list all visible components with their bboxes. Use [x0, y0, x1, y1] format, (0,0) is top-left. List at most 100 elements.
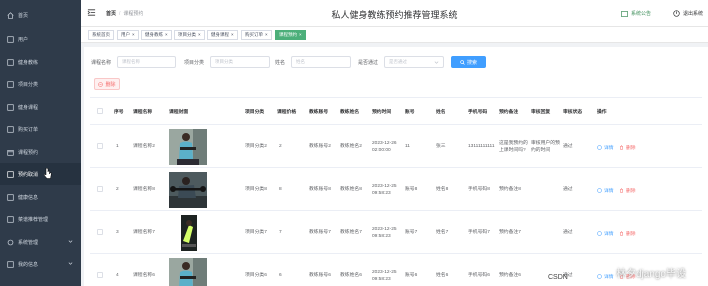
breadcrumb-current: 课程预约	[123, 11, 144, 17]
tab-home[interactable]: 系统首页	[88, 30, 114, 40]
cell-category: 项目分类2	[245, 144, 267, 149]
cell-reply	[531, 211, 560, 254]
menu-fold-icon[interactable]	[87, 8, 96, 17]
power-icon	[673, 10, 680, 17]
close-icon[interactable]: ×	[265, 32, 268, 37]
cell-account: 账号8	[405, 187, 418, 192]
close-icon[interactable]: ×	[299, 32, 302, 37]
column-header: 审核状态	[563, 110, 583, 115]
cell-note: 预约备注7	[499, 230, 521, 235]
cell-course: 课程名称7	[133, 230, 155, 235]
name-input[interactable]: 姓名	[291, 56, 351, 68]
cell-reply	[531, 254, 560, 286]
tab-appointments[interactable]: 课程预约 ×	[275, 30, 306, 40]
cell-phone: 手机号码6	[468, 273, 490, 278]
column-header: 账号	[405, 110, 415, 115]
course-name-input[interactable]: 课程名称	[117, 56, 176, 68]
cell-category: 项目分类6	[245, 273, 267, 278]
trash-icon	[620, 188, 623, 193]
cell-time: 2023-12-25 09:58:23	[372, 226, 397, 239]
tab-categories[interactable]: 项目分类 ×	[174, 30, 205, 40]
trash-icon	[620, 145, 623, 150]
trash-icon	[620, 231, 623, 236]
sidebar-item-label: 购买订单	[18, 126, 39, 133]
coach-icon	[7, 58, 14, 66]
column-header: 姓名	[436, 110, 446, 115]
logout-button[interactable]: 退出系统	[673, 10, 703, 17]
detail-button[interactable]: 详情	[597, 187, 614, 194]
column-header: 教练账号	[309, 110, 329, 115]
name-label: 姓名	[275, 60, 286, 66]
cell-name: 姓名8	[436, 187, 449, 192]
tab-users[interactable]: 用户 ×	[117, 30, 139, 40]
course-cover-image	[169, 215, 207, 251]
cell-phone: 手机号码7	[468, 230, 490, 235]
column-header: 课程价格	[277, 110, 297, 115]
user-icon	[7, 35, 14, 43]
row-checkbox[interactable]	[97, 272, 103, 278]
cell-index: 1	[116, 144, 119, 149]
column-header: 手机号码	[468, 110, 488, 115]
cell-coach-name: 教练姓名7	[340, 230, 362, 235]
row-checkbox[interactable]	[97, 229, 103, 235]
table-row: 4 课程名称6 项目分类6 6 教练账号6 教练姓名6 2023-12-25 0…	[90, 254, 702, 286]
cell-phone: 13111111111	[468, 144, 495, 149]
delete-button[interactable]: 删除	[619, 187, 636, 194]
cell-course: 课程名称6	[133, 273, 155, 278]
tab-orders[interactable]: 购买订单 ×	[241, 30, 272, 40]
sidebar-item-label: 课程预约	[18, 149, 39, 156]
sidebar-item-orders[interactable]: 购买订单	[0, 118, 81, 140]
breadcrumb: 首页 / 课程预约	[106, 11, 144, 17]
sidebar-item-system[interactable]: 系统管理	[0, 231, 81, 253]
tab-courses[interactable]: 健身课程 ×	[207, 30, 238, 40]
cell-name: 张三	[436, 144, 446, 149]
row-checkbox[interactable]	[97, 143, 103, 149]
cell-status: 通过	[563, 187, 573, 192]
breadcrumb-home[interactable]: 首页	[106, 11, 116, 17]
sidebar-item-health[interactable]: 健康信息	[0, 186, 81, 208]
table-header: 序号 课程名称 课程封面 项目分类 课程价格 教练账号 教练姓名 预约时间 账号…	[90, 98, 702, 125]
delete-button[interactable]: 删除	[619, 144, 636, 151]
cell-time: 2023-12-25 09:58:23	[372, 183, 397, 196]
select-all-checkbox[interactable]	[97, 108, 103, 114]
column-header: 项目分类	[245, 110, 265, 115]
cell-coach-account: 教练账号7	[309, 230, 331, 235]
cell-status: 通过	[563, 144, 573, 149]
detail-button[interactable]: 详情	[597, 230, 614, 237]
cell-price: 8	[279, 187, 282, 192]
detail-button[interactable]: 详情	[597, 273, 614, 280]
cell-reply: 审核用户的预约的时间	[531, 140, 560, 153]
delete-button[interactable]: 删除	[619, 230, 636, 237]
cell-reply	[531, 168, 560, 211]
passed-select[interactable]: 是否通过	[384, 56, 444, 68]
notice-button[interactable]: 系统公告	[621, 10, 651, 17]
close-icon[interactable]: ×	[132, 32, 135, 37]
close-icon[interactable]: ×	[165, 32, 168, 37]
close-icon[interactable]: ×	[198, 32, 201, 37]
category-input[interactable]: 项目分类	[210, 56, 270, 68]
sidebar-item-appointments[interactable]: 课程预约	[0, 141, 81, 163]
sidebar-item-recipes[interactable]: 菜谱推荐管理	[0, 208, 81, 230]
batch-delete-button[interactable]: 删除	[94, 78, 120, 90]
sidebar-item-home[interactable]: 首页	[0, 4, 81, 26]
sidebar-item-users[interactable]: 用户	[0, 28, 81, 50]
info-icon	[597, 231, 602, 236]
tab-coaches[interactable]: 健身教练 ×	[141, 30, 172, 40]
cell-account: 账号6	[405, 273, 418, 278]
column-header: 预约备注	[499, 110, 519, 115]
course-cover-image	[169, 258, 207, 286]
row-checkbox[interactable]	[97, 186, 103, 192]
search-button[interactable]: 搜索	[451, 56, 486, 68]
chevron-down-icon	[68, 262, 73, 265]
cell-coach-name: 教练姓名2	[340, 144, 362, 149]
sidebar-item-profile[interactable]: 我的信息	[0, 253, 81, 275]
close-icon[interactable]: ×	[231, 32, 234, 37]
table-row: 2 课程名称8 项目分类8 8 教练账号8 教练姓名8 2023-12-25 0…	[90, 168, 702, 211]
sidebar-item-cancellations[interactable]: 预约取消	[0, 163, 81, 185]
sidebar-item-coaches[interactable]: 健身教练	[0, 51, 81, 73]
sidebar-item-categories[interactable]: 项目分类	[0, 73, 81, 95]
passed-label: 是否通过	[358, 60, 379, 66]
detail-button[interactable]: 详情	[597, 144, 614, 151]
sidebar-item-courses[interactable]: 健身课程	[0, 96, 81, 118]
cell-account: 账号7	[405, 230, 418, 235]
